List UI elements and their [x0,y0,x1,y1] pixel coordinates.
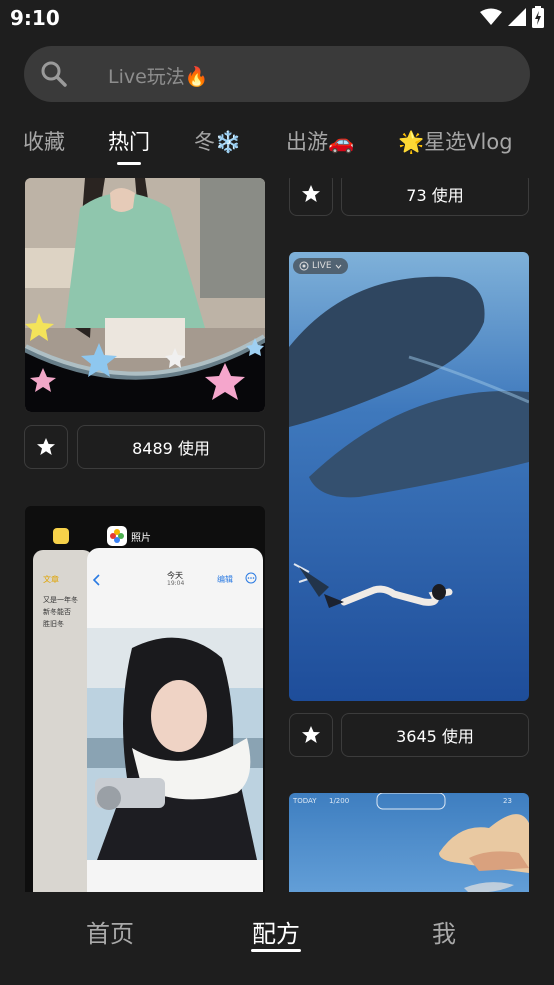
nav-recipes[interactable]: 配方 [252,914,300,949]
search-placeholder: Live玩法🔥 [108,66,209,88]
signal-icon [508,8,526,26]
tab-hot[interactable]: 热门 [108,126,150,156]
card-artwork [25,178,265,412]
notes-line-1: 又是一年冬 [43,596,78,604]
tab-vlog[interactable]: 🌟星选Vlog [398,126,513,156]
notes-back-label: 文章 [43,575,59,584]
sky-top-right-text: 23 [503,797,512,805]
status-icons [480,6,544,28]
star-icon [302,185,320,202]
photos-app-window: 今天 19:04 编辑 [87,548,263,892]
bottom-navigation: 首页 配方 我 [0,892,554,985]
tab-outing[interactable]: 出游🚗 [286,126,354,156]
star-icon [37,438,55,455]
portrait-photo [87,628,263,860]
photos-app-icon [107,526,127,546]
favorite-button-3[interactable] [289,713,333,757]
use-button-3[interactable]: 3645 使用 [341,713,529,757]
tab-active-indicator [117,162,141,165]
nav-home[interactable]: 首页 [86,914,134,949]
wifi-icon [480,8,502,25]
tab-favorites[interactable]: 收藏 [23,126,65,156]
today-time: 19:04 [167,580,185,587]
nav-active-indicator [251,949,301,952]
status-time: 9:10 [10,6,60,30]
more-icon [245,572,257,584]
favorite-button-2[interactable] [289,178,333,216]
notes-line-3: 胜旧冬 [43,620,64,628]
notes-app-icon [53,528,69,544]
nav-me[interactable]: 我 [432,914,456,949]
star-icon [302,726,320,743]
search-bar[interactable]: Live玩法🔥 [24,46,530,102]
notes-app-window: 文章 又是一年冬 新冬能否 胜旧冬 [33,550,93,892]
sky-top-mid-text: 1/200 [329,797,350,805]
chevron-down-icon [335,264,341,269]
card-artwork [289,252,529,701]
card-image-photos[interactable]: 照片 文章 又是一年冬 新冬能否 胜旧冬 今天 19:04 编辑 [25,506,265,892]
notes-line-2: 新冬能否 [43,608,71,616]
card-image-whales[interactable]: LIVE [289,252,529,701]
live-badge: LIVE [293,258,348,274]
use-button-1[interactable]: 8489 使用 [77,425,265,469]
category-tabs: 收藏 热门 冬❄️ 出游🚗 🌟星选Vlog [0,118,554,168]
tab-winter[interactable]: 冬❄️ [194,126,241,156]
recipe-feed[interactable]: 8489 使用 73 使用 LIVE 3645 使用 照片 文章 又是一年冬 新… [0,178,554,892]
search-icon [41,61,67,87]
app-screen: 9:10 Live玩法🔥 收藏 热门 冬❄️ 出游🚗 🌟星选Vlog 8489 … [0,0,554,985]
live-icon [299,261,309,271]
card-image-girl-stars[interactable] [25,178,265,412]
card-artwork [289,793,529,892]
live-label: LIVE [312,261,332,271]
status-bar: 9:10 [0,0,554,38]
sky-top-left-text: TODAY [293,797,317,805]
use-button-2[interactable]: 73 使用 [341,178,529,216]
photos-app-label: 照片 [131,533,151,544]
edit-label: 编辑 [217,575,233,584]
card-image-sky[interactable]: TODAY 1/200 23 [289,793,529,892]
favorite-button-1[interactable] [24,425,68,469]
battery-icon [532,6,544,28]
back-chevron-icon [93,574,100,586]
